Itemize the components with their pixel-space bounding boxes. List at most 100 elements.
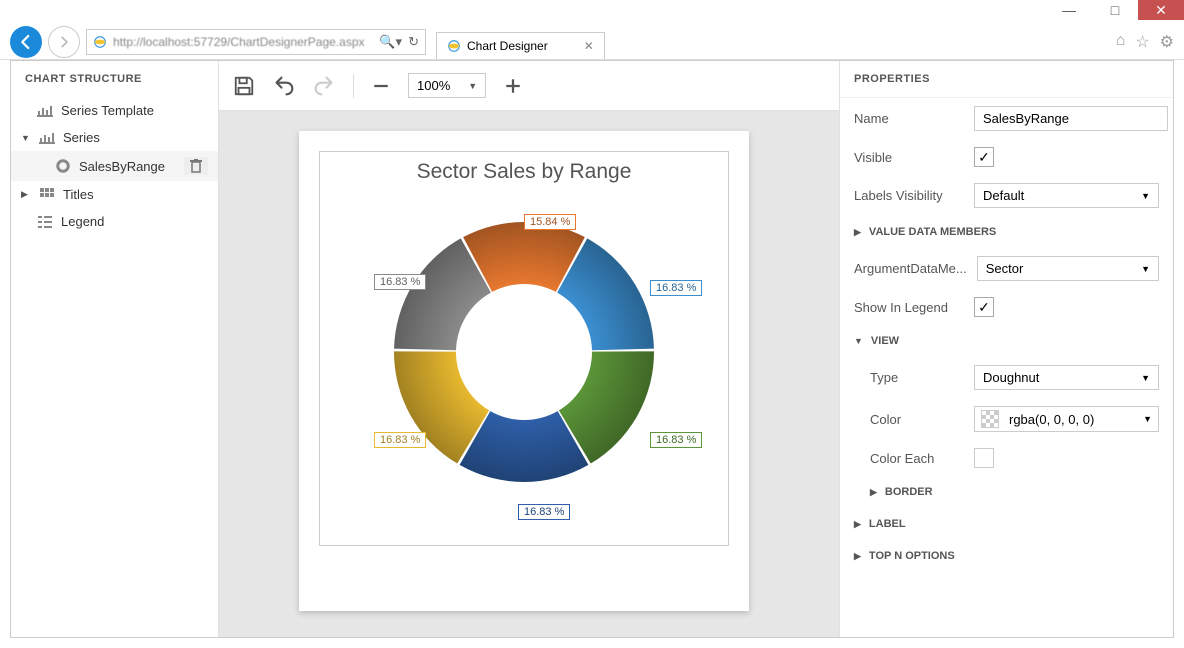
color-select[interactable]: rgba(0, 0, 0, 0) ▼ bbox=[974, 406, 1159, 432]
chart-title: Sector Sales by Range bbox=[320, 152, 728, 188]
zoom-value: 100% bbox=[417, 78, 450, 93]
chart-surface: Sector Sales by Range 15.84 % 16.83 % 16.8… bbox=[319, 151, 729, 546]
prop-label-labelsvis: Labels Visibility bbox=[854, 188, 964, 203]
prop-label-color: Color bbox=[870, 412, 964, 427]
caret-right-icon: ▶ bbox=[21, 189, 31, 200]
caret-right-icon: ▶ bbox=[854, 519, 861, 530]
select-value: Default bbox=[983, 188, 1024, 203]
save-button[interactable] bbox=[233, 75, 255, 97]
tools-icon[interactable]: ⚙ bbox=[1160, 32, 1174, 52]
argument-data-member-select[interactable]: Sector ▼ bbox=[977, 256, 1159, 281]
properties-header: PROPERTIES bbox=[840, 61, 1173, 98]
section-label[interactable]: ▶ LABEL bbox=[840, 508, 1173, 540]
window-minimize-button[interactable]: — bbox=[1046, 0, 1092, 20]
section-value-data-members[interactable]: ▶ VALUE DATA MEMBERS bbox=[840, 216, 1173, 248]
section-title: TOP N OPTIONS bbox=[869, 550, 955, 562]
section-view[interactable]: ▼ VIEW bbox=[840, 325, 1173, 357]
tab-close-icon[interactable]: ✕ bbox=[584, 39, 594, 53]
visible-checkbox[interactable]: ✓ bbox=[974, 147, 994, 167]
section-title: BORDER bbox=[885, 486, 933, 498]
name-input[interactable] bbox=[974, 106, 1168, 131]
series-icon bbox=[39, 131, 55, 145]
show-in-legend-checkbox[interactable]: ✓ bbox=[974, 297, 994, 317]
select-value: Doughnut bbox=[983, 370, 1039, 385]
designer-toolbar: 100% ▼ bbox=[219, 61, 839, 111]
titles-icon bbox=[39, 188, 55, 202]
search-dropdown-icon[interactable]: 🔍▾ bbox=[379, 34, 402, 50]
tab-title: Chart Designer bbox=[467, 39, 548, 53]
browser-back-button[interactable] bbox=[10, 26, 42, 58]
tree-label: Legend bbox=[61, 214, 104, 229]
chart-structure-panel: CHART STRUCTURE Series Template ▼ Series… bbox=[11, 61, 219, 637]
window-maximize-button[interactable]: □ bbox=[1092, 0, 1138, 20]
section-title: LABEL bbox=[869, 518, 906, 530]
tree-label: Series Template bbox=[61, 103, 154, 118]
view-type-select[interactable]: Doughnut ▼ bbox=[974, 365, 1159, 390]
caret-down-icon: ▼ bbox=[21, 133, 31, 143]
tree-label: SalesByRange bbox=[79, 159, 165, 174]
section-border[interactable]: ▶ BORDER bbox=[840, 476, 1173, 508]
caret-right-icon: ▶ bbox=[854, 227, 861, 238]
caret-down-icon: ▼ bbox=[854, 336, 863, 346]
address-input[interactable] bbox=[113, 35, 373, 49]
prop-label-argument: ArgumentDataMe... bbox=[854, 261, 967, 276]
toolbar-separator bbox=[353, 74, 354, 98]
labels-visibility-select[interactable]: Default ▼ bbox=[974, 183, 1159, 208]
slice-label: 16.83 % bbox=[650, 432, 702, 448]
slice-label: 15.84 % bbox=[524, 214, 576, 230]
select-value: Sector bbox=[986, 261, 1024, 276]
zoom-select[interactable]: 100% ▼ bbox=[408, 73, 486, 98]
caret-down-icon: ▼ bbox=[1141, 191, 1150, 201]
section-top-n-options[interactable]: ▶ TOP N OPTIONS bbox=[840, 540, 1173, 572]
section-title: VIEW bbox=[871, 335, 899, 347]
undo-button[interactable] bbox=[273, 76, 295, 96]
caret-down-icon: ▼ bbox=[1141, 373, 1150, 383]
design-canvas: 100% ▼ Sector Sales by Range 15.84 % 16.8… bbox=[219, 61, 839, 637]
donut-chart bbox=[374, 202, 674, 502]
prop-label-name: Name bbox=[854, 111, 964, 126]
caret-down-icon: ▼ bbox=[468, 81, 477, 91]
properties-panel: PROPERTIES Name Visible ✓ Labels Visibil… bbox=[839, 61, 1173, 637]
browser-toolbar: 🔍▾ ↻ Chart Designer ✕ ⌂ ☆ ⚙ bbox=[0, 24, 1184, 60]
window-close-button[interactable]: ✕ bbox=[1138, 0, 1184, 20]
ie-tab-icon bbox=[447, 39, 461, 53]
refresh-icon[interactable]: ↻ bbox=[408, 34, 419, 50]
caret-down-icon: ▼ bbox=[1143, 414, 1152, 424]
address-bar[interactable]: 🔍▾ ↻ bbox=[86, 29, 426, 55]
prop-label-visible: Visible bbox=[854, 150, 964, 165]
tree-item-legend[interactable]: Legend bbox=[11, 208, 218, 235]
section-title: VALUE DATA MEMBERS bbox=[869, 226, 996, 238]
legend-icon bbox=[37, 215, 53, 229]
color-each-checkbox[interactable] bbox=[974, 448, 994, 468]
donut-icon bbox=[55, 159, 71, 173]
chart-preview-page[interactable]: Sector Sales by Range 15.84 % 16.83 % 16.8… bbox=[299, 131, 749, 611]
slice-label: 16.83 % bbox=[374, 432, 426, 448]
sidebar-header: CHART STRUCTURE bbox=[11, 61, 218, 97]
tree-item-series-template[interactable]: Series Template bbox=[11, 97, 218, 124]
color-swatch-icon bbox=[981, 410, 999, 428]
favorites-icon[interactable]: ☆ bbox=[1135, 32, 1149, 52]
prop-label-showlegend: Show In Legend bbox=[854, 300, 964, 315]
tree-item-titles[interactable]: ▶ Titles bbox=[11, 181, 218, 208]
zoom-out-button[interactable] bbox=[372, 77, 390, 95]
chart-designer-app: CHART STRUCTURE Series Template ▼ Series… bbox=[10, 60, 1174, 638]
tree-label: Series bbox=[63, 130, 100, 145]
slice-label: 16.83 % bbox=[518, 504, 570, 520]
home-icon[interactable]: ⌂ bbox=[1116, 32, 1126, 52]
tree-item-salesbyrange[interactable]: SalesByRange bbox=[11, 151, 218, 181]
prop-label-type: Type bbox=[870, 370, 964, 385]
caret-down-icon: ▼ bbox=[1141, 264, 1150, 274]
tree-item-series[interactable]: ▼ Series bbox=[11, 124, 218, 151]
series-template-icon bbox=[37, 104, 53, 118]
slice-label: 16.83 % bbox=[650, 280, 702, 296]
slice-label: 16.83 % bbox=[374, 274, 426, 290]
ie-icon bbox=[93, 35, 107, 49]
browser-tab[interactable]: Chart Designer ✕ bbox=[436, 32, 605, 59]
caret-right-icon: ▶ bbox=[854, 551, 861, 562]
zoom-in-button[interactable] bbox=[504, 77, 522, 95]
caret-right-icon: ▶ bbox=[870, 487, 877, 498]
delete-icon[interactable] bbox=[184, 157, 208, 175]
tree-label: Titles bbox=[63, 187, 94, 202]
browser-forward-button[interactable] bbox=[48, 26, 80, 58]
redo-button[interactable] bbox=[313, 76, 335, 96]
